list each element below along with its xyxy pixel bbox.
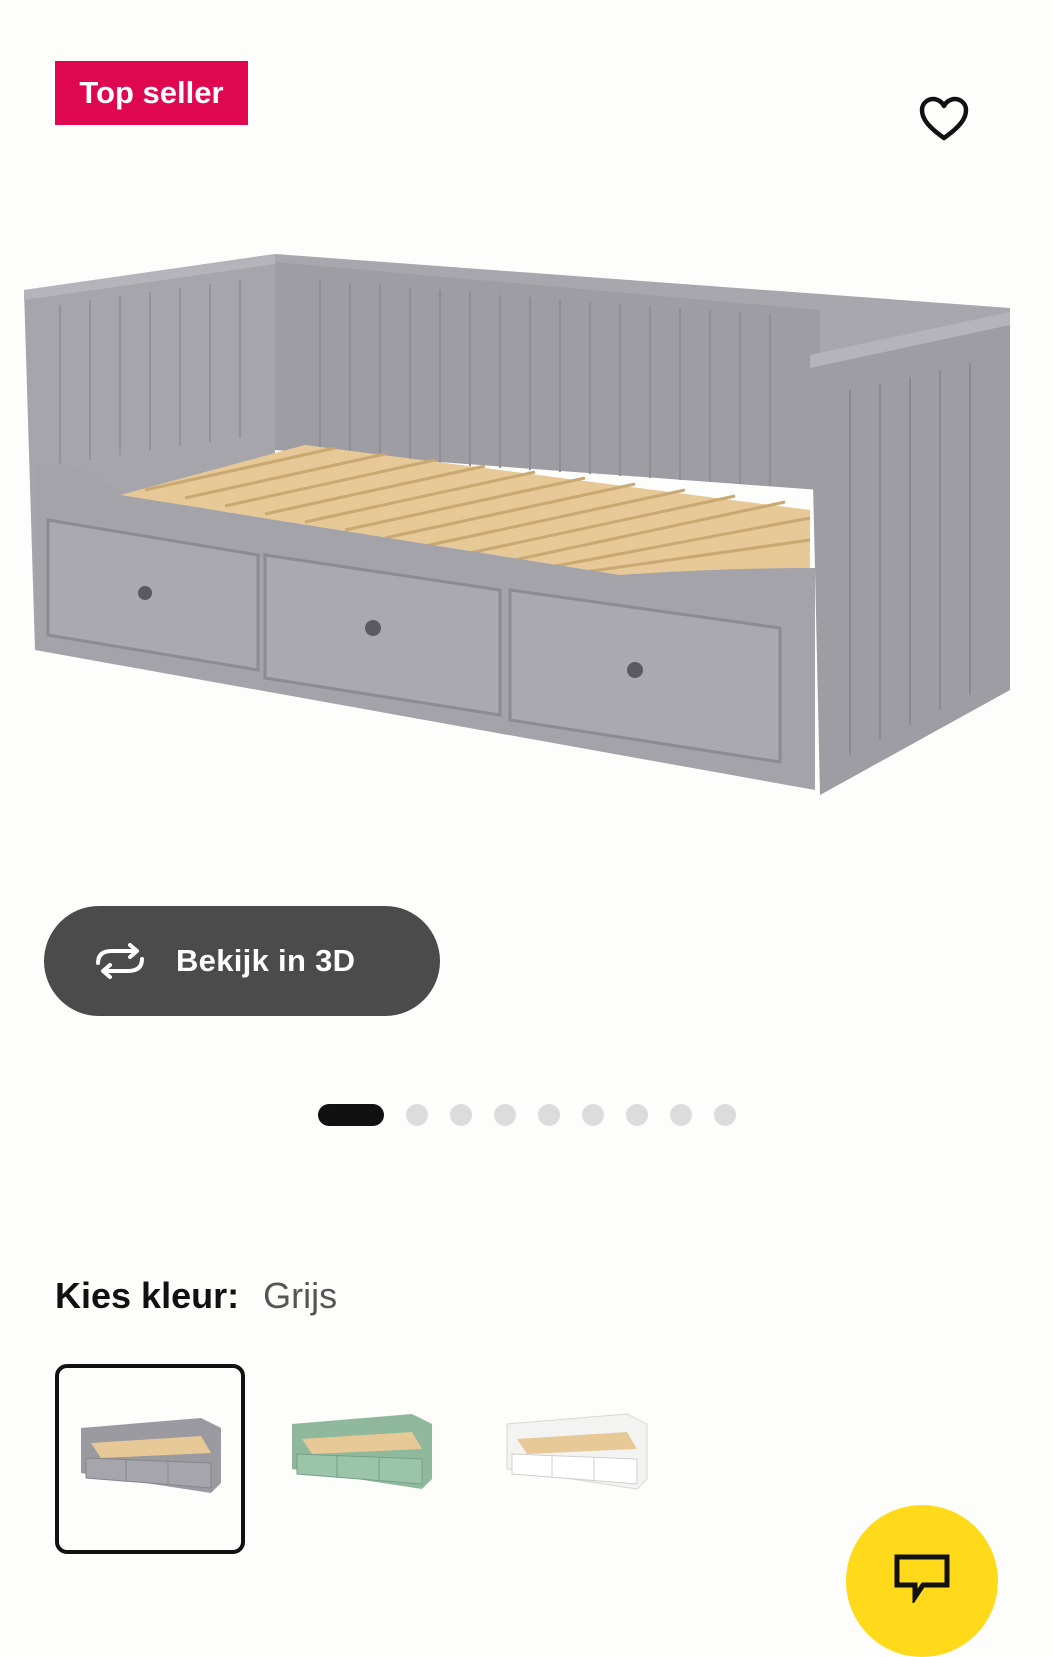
top-seller-badge: Top seller [55, 61, 248, 125]
carousel-dot[interactable] [670, 1104, 692, 1126]
view-in-3d-label: Bekijk in 3D [176, 943, 356, 978]
grey-daybed-thumbnail [81, 1418, 221, 1493]
chat-bubble-icon [894, 1554, 950, 1603]
heart-outline-icon [919, 96, 969, 141]
color-swatch-white[interactable] [485, 1364, 675, 1554]
carousel-indicator [318, 1104, 736, 1126]
color-selector-heading: Kies kleur: Grijs [55, 1275, 337, 1317]
green-daybed-thumbnail [292, 1414, 432, 1489]
product-image[interactable] [20, 250, 1033, 820]
color-label: Kies kleur: [55, 1275, 240, 1316]
carousel-dot[interactable] [538, 1104, 560, 1126]
carousel-dot[interactable] [406, 1104, 428, 1126]
white-daybed-thumbnail [506, 1413, 648, 1490]
carousel-dot[interactable] [582, 1104, 604, 1126]
carousel-dot-active[interactable] [318, 1104, 384, 1126]
color-swatch-green[interactable] [270, 1364, 460, 1554]
carousel-dot[interactable] [450, 1104, 472, 1126]
favorite-button[interactable] [915, 90, 973, 148]
carousel-dot[interactable] [626, 1104, 648, 1126]
carousel-dot[interactable] [714, 1104, 736, 1126]
selected-color-value: Grijs [263, 1275, 338, 1316]
carousel-dot[interactable] [494, 1104, 516, 1126]
rotate-3d-icon [96, 943, 144, 979]
chat-button[interactable] [846, 1505, 998, 1657]
view-in-3d-button[interactable]: Bekijk in 3D [44, 906, 440, 1016]
color-swatch-grey[interactable] [55, 1364, 245, 1554]
